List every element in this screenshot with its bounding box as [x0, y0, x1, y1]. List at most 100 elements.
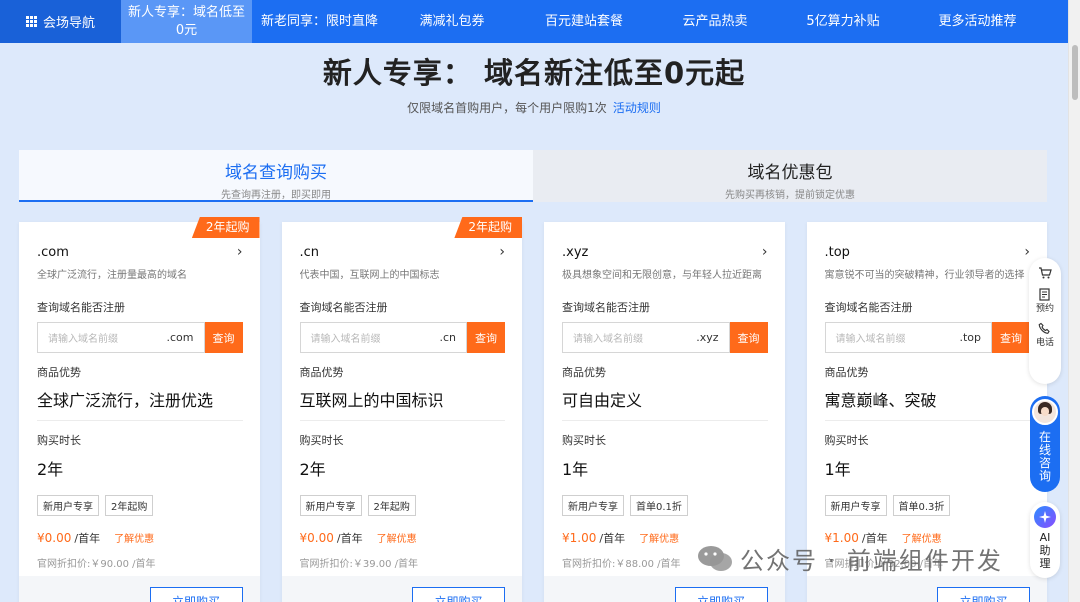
advantage-label: 商品优势	[824, 366, 869, 379]
advantage-text: 可自由定义	[562, 387, 768, 421]
tag-list: 新用户专享 2年起购	[37, 495, 243, 516]
query-label: 查询域名能否注册	[824, 301, 913, 314]
original-price: 官网折扣价:￥39.00 /首年	[299, 559, 419, 570]
domain-suffix-title: .xyz	[562, 244, 589, 260]
buy-now-button[interactable]: 立即购买	[674, 587, 768, 602]
page-title: 新人专享： 域名新注低至0元起	[322, 56, 746, 90]
query-button[interactable]: 查询	[467, 322, 505, 353]
tag-list: 新用户专享 首单0.3折	[824, 495, 1031, 516]
tag: 新用户专享	[37, 495, 99, 516]
min-years-badge: 2年起购	[191, 217, 260, 238]
price: ¥0.00/首年	[299, 531, 363, 545]
form-icon	[1039, 288, 1051, 301]
query-label: 查询域名能否注册	[562, 301, 650, 314]
domain-description: 代表中国，互联网上的中国标志	[299, 270, 440, 281]
duration-value: 2年	[299, 460, 326, 479]
advantage-text: 互联网上的中国标识	[299, 387, 505, 421]
domain-header[interactable]: .com ›	[37, 244, 243, 260]
nav-item-coupons[interactable]: 满减礼包券	[387, 0, 517, 43]
card-footer: 立即购买	[544, 576, 785, 602]
query-button[interactable]: 查询	[729, 322, 768, 353]
venue-nav-label: 会场导航	[42, 16, 95, 31]
domain-suffix-title: .com	[37, 244, 69, 260]
reserve-label: 预约	[1035, 304, 1054, 314]
domain-prefix-input[interactable]: 请输入域名前缀 .com	[37, 322, 205, 353]
tab-desc: 先购买再核销，提前锁定优惠	[725, 190, 855, 201]
domain-search-bar: 请输入域名前缀 .xyz 查询	[562, 322, 768, 353]
domain-header[interactable]: .top ›	[825, 244, 1031, 260]
chevron-right-icon[interactable]: ›	[499, 244, 505, 260]
duration-label: 购买时长	[299, 434, 344, 447]
phone-label: 电话	[1035, 338, 1054, 348]
grid-icon	[25, 16, 37, 27]
nav-item-more-activities[interactable]: 更多活动推荐	[907, 0, 1048, 43]
advantage-label: 商品优势	[37, 366, 81, 379]
duration-value: 1年	[824, 460, 851, 479]
domain-header[interactable]: .xyz ›	[562, 244, 768, 260]
domain-prefix-input[interactable]: 请输入域名前缀 .top	[824, 322, 992, 353]
nav-item-price-drop[interactable]: 新老同享：限时直降	[252, 0, 387, 43]
ai-assistant-button[interactable]: AI助理	[1030, 502, 1060, 578]
chevron-right-icon[interactable]: ›	[1024, 244, 1030, 260]
domain-description: 全球广泛流行，注册量最高的域名	[37, 270, 187, 281]
advantage-text: 寓意巅峰、突破	[824, 387, 1030, 421]
watermark-text: 公众号 · 前端组件开发	[740, 547, 1003, 575]
input-suffix: .cn	[439, 331, 456, 344]
tab-title: 域名查询购买	[225, 163, 327, 183]
domain-card: 2年起购 .cn › 代表中国，互联网上的中国标志 查询域名能否注册 请输入域名…	[281, 217, 522, 602]
subtitle-text: 仅限域名首购用户，每个用户限购1次	[407, 101, 607, 115]
nav-item-website-package[interactable]: 百元建站套餐	[517, 0, 651, 43]
input-placeholder: 请输入域名前缀	[310, 334, 381, 345]
chevron-right-icon[interactable]: ›	[237, 244, 243, 260]
tab-domain-search[interactable]: 域名查询购买 先查询再注册，即买即用	[19, 150, 533, 202]
tag: 新用户专享	[299, 495, 362, 516]
duration-value: 2年	[37, 460, 64, 479]
ai-label: AI助理	[1039, 531, 1051, 570]
online-consult-button[interactable]: 在线咨询	[1030, 396, 1060, 492]
chevron-right-icon[interactable]: ›	[762, 244, 768, 260]
nav-item-cloud-products[interactable]: 云产品热卖	[651, 0, 779, 43]
card-footer: 立即购买	[281, 576, 522, 602]
card-footer: 立即购买	[806, 576, 1047, 602]
duration-label: 购买时长	[562, 434, 606, 447]
phone-button[interactable]: 电话	[1036, 322, 1054, 348]
price-row: ¥0.00/首年 了解优惠	[37, 530, 243, 546]
price-row: ¥0.00/首年 了解优惠	[300, 530, 506, 546]
rules-link[interactable]: 活动规则	[613, 101, 661, 115]
watermark: 公众号 · 前端组件开发	[696, 541, 1003, 576]
domain-prefix-input[interactable]: 请输入域名前缀 .cn	[299, 322, 467, 353]
buy-now-button[interactable]: 立即购买	[412, 587, 505, 602]
nav-item-newcomer[interactable]: 新人专享：域名低至0元	[121, 0, 252, 43]
tab-domain-package[interactable]: 域名优惠包 先购买再核销，提前锁定优惠	[533, 150, 1047, 202]
query-label: 查询域名能否注册	[299, 301, 388, 314]
buy-now-button[interactable]: 立即购买	[937, 587, 1030, 602]
query-button[interactable]: 查询	[204, 322, 243, 353]
scrollbar-thumb[interactable]	[1072, 45, 1078, 100]
nav-item-compute-subsidy[interactable]: 5亿算力补贴	[779, 0, 907, 43]
domain-search-bar: 请输入域名前缀 .top 查询	[824, 322, 1030, 353]
page-scrollbar[interactable]	[1068, 0, 1080, 602]
learn-more-link[interactable]: 了解优惠	[639, 530, 679, 545]
min-years-badge: 2年起购	[454, 217, 522, 238]
buy-now-button[interactable]: 立即购买	[149, 587, 243, 602]
learn-more-link[interactable]: 了解优惠	[114, 530, 154, 545]
domain-card: 2年起购 .com › 全球广泛流行，注册量最高的域名 查询域名能否注册 请输入…	[19, 217, 260, 602]
learn-more-link[interactable]: 了解优惠	[377, 530, 417, 545]
tab-bar: 域名查询购买 先查询再注册，即买即用 域名优惠包 先购买再核销，提前锁定优惠	[19, 150, 1047, 202]
tag: 2年起购	[367, 495, 416, 516]
input-placeholder: 请输入域名前缀	[48, 334, 118, 345]
duration-label: 购买时长	[37, 434, 81, 447]
domain-prefix-input[interactable]: 请输入域名前缀 .xyz	[562, 322, 730, 353]
domain-header[interactable]: .cn ›	[300, 244, 506, 260]
query-button[interactable]: 查询	[992, 322, 1030, 353]
cart-button[interactable]	[1038, 266, 1052, 280]
tag: 2年起购	[105, 495, 154, 516]
phone-icon	[1039, 322, 1051, 334]
top-nav: 会场导航 新人专享：域名低至0元 新老同享：限时直降 满减礼包券 百元建站套餐 …	[0, 0, 1068, 43]
original-price: 官网折扣价:￥90.00 /首年	[37, 559, 156, 570]
venue-nav-button[interactable]: 会场导航	[0, 0, 121, 43]
advantage-label: 商品优势	[562, 366, 606, 379]
tag: 新用户专享	[824, 495, 887, 516]
cart-icon	[1039, 267, 1052, 279]
reserve-button[interactable]: 预约	[1036, 288, 1054, 314]
